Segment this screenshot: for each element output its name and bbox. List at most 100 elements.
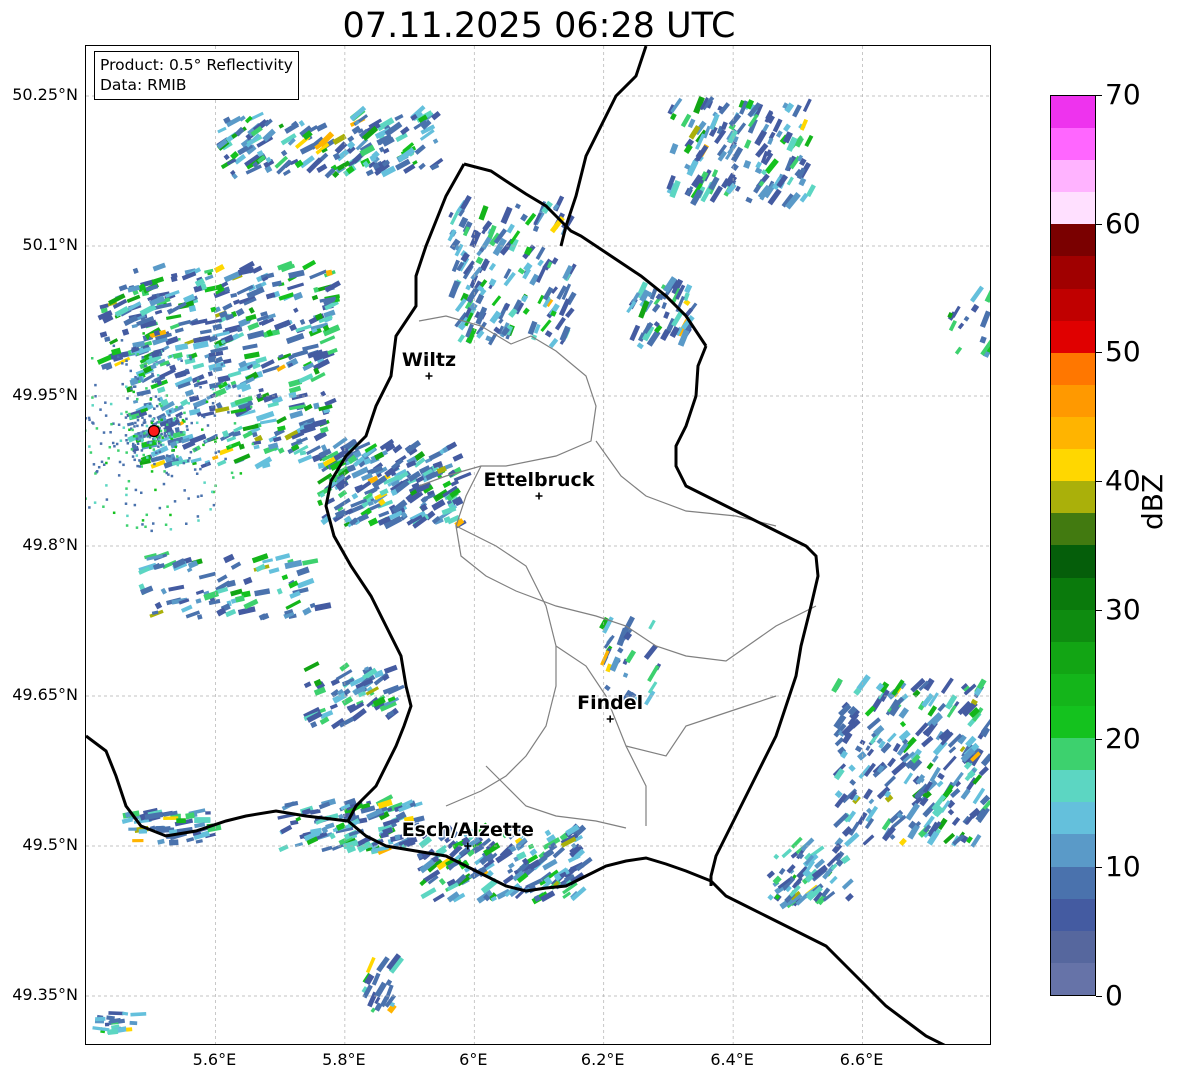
echo-pixel [683, 292, 690, 302]
echo-pixel [841, 878, 854, 890]
echo-pixel [544, 829, 552, 837]
echo-pixel [302, 343, 319, 352]
echo-pixel [469, 230, 482, 248]
canton-boundaries [418, 315, 817, 829]
colorbar-segment [1051, 577, 1095, 610]
echo-pixel [248, 306, 255, 314]
echo-pixel [176, 440, 179, 444]
echo-pixel [720, 121, 728, 131]
echo-pixel [108, 1011, 124, 1016]
echo-pixel [183, 489, 186, 492]
echo-pixel [189, 357, 192, 361]
echo-pixel [126, 421, 135, 427]
echo-pixel [431, 110, 441, 121]
echo-pixel [102, 463, 106, 466]
echo-pixel [743, 139, 752, 149]
echo-pixel [669, 143, 679, 155]
echo-pixel [130, 448, 134, 451]
echo-pixel [522, 307, 530, 315]
echo-pixel [124, 502, 128, 505]
echo-pixel [126, 442, 130, 445]
echo-pixel [141, 356, 144, 359]
echo-pixel [299, 318, 306, 326]
echo-pixel [169, 323, 180, 330]
echo-pixel [457, 334, 466, 343]
echo-pixel [351, 492, 359, 500]
echo-pixel [178, 337, 181, 341]
echo-pixel [414, 144, 426, 155]
echo-pixel [104, 414, 108, 417]
echo-pixel [133, 425, 136, 428]
echo-pixel [165, 423, 169, 427]
echo-pixel [133, 385, 137, 388]
echo-pixel [251, 265, 263, 274]
echo-pixel [118, 460, 122, 464]
echo-pixel [805, 184, 816, 198]
echo-pixel [151, 372, 154, 376]
echo-pixel [126, 397, 129, 400]
echo-pixel [138, 380, 141, 383]
colorbar-tick-label: 0 [1105, 979, 1123, 1012]
echo-pixel [325, 269, 333, 277]
echo-pixel [278, 123, 285, 129]
echo-pixel [134, 488, 138, 492]
echo-pixel [311, 294, 319, 301]
echo-pixel [786, 176, 794, 186]
echo-pixel [157, 838, 165, 845]
echo-pixel [150, 529, 153, 533]
echo-pixel [125, 451, 128, 454]
echo-pixel [202, 415, 206, 419]
echo-pixel [365, 169, 374, 177]
echo-pixel [296, 577, 315, 589]
echo-pixel [212, 503, 216, 507]
echo-pixel [315, 122, 328, 132]
echo-pixel [432, 893, 445, 903]
echo-pixel [95, 1016, 106, 1022]
echo-pixel [105, 498, 109, 501]
city-cross-icon [425, 372, 433, 380]
echo-pixel [225, 579, 236, 588]
colorbar-segment [1051, 545, 1095, 578]
echo-pixel [661, 302, 667, 310]
echo-pixel [862, 834, 875, 846]
echo-pixel [239, 472, 243, 475]
echo-pixel [532, 225, 540, 233]
echo-pixel [122, 426, 126, 429]
echo-pixel [140, 439, 144, 442]
colorbar-tick-label: 20 [1105, 721, 1141, 755]
echo-pixel [277, 447, 285, 454]
echo-pixel [154, 488, 157, 492]
echo-pixel [527, 843, 535, 850]
echo-pixel [121, 362, 124, 365]
echo-pixel [296, 566, 310, 577]
colorbar-tick [1096, 223, 1102, 225]
echo-pixel [254, 588, 271, 597]
echo-pixel [978, 765, 989, 777]
lat-tick-label: 49.95°N [12, 385, 78, 404]
echo-pixel [211, 401, 215, 405]
echo-pixel [394, 834, 401, 841]
echo-pixel [185, 417, 188, 421]
echo-pixel [175, 411, 184, 418]
echo-pixel [113, 445, 116, 448]
city-marker: Findel [576, 691, 645, 723]
echo-pixel [170, 433, 174, 436]
echo-pixel [165, 314, 182, 321]
echo-pixel [241, 406, 245, 409]
echo-pixel [106, 1015, 115, 1021]
echo-pixel [136, 353, 140, 356]
echo-pixel [292, 291, 304, 301]
echo-pixel [204, 274, 214, 281]
echo-pixel [133, 503, 137, 507]
echo-pixel [622, 672, 629, 678]
echo-pixel [158, 402, 162, 406]
radar-map[interactable]: Wiltz Ettelbruck Findel Esch/Alzette [85, 45, 991, 1045]
echo-pixel [651, 303, 661, 313]
echo-pixel [937, 772, 945, 780]
echo-pixel [887, 757, 896, 768]
echo-pixel [535, 246, 546, 260]
echo-pixel [162, 455, 166, 459]
echo-pixel [781, 848, 793, 859]
colorbar-segment [1051, 834, 1095, 867]
lon-tick-label: 5.6°E [192, 1050, 237, 1069]
